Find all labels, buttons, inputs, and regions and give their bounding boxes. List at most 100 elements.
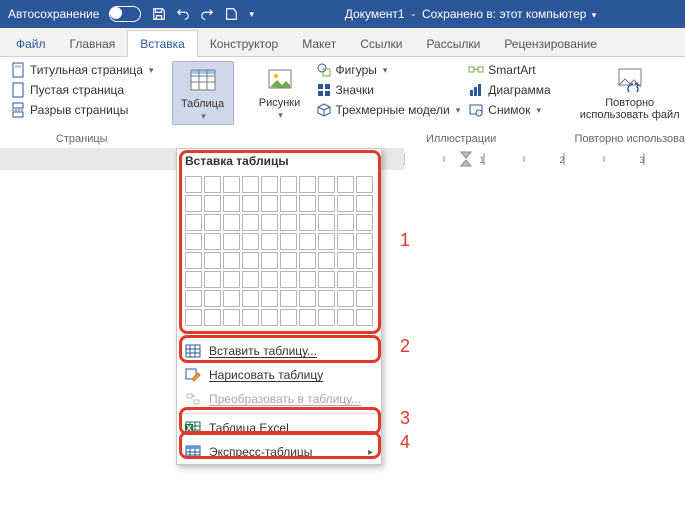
grid-cell[interactable] xyxy=(261,271,278,288)
grid-cell[interactable] xyxy=(204,233,221,250)
grid-cell[interactable] xyxy=(204,309,221,326)
grid-cell[interactable] xyxy=(242,271,259,288)
grid-cell[interactable] xyxy=(223,290,240,307)
grid-cell[interactable] xyxy=(204,195,221,212)
table-grid-picker[interactable] xyxy=(177,172,381,334)
tab-layout[interactable]: Макет xyxy=(290,31,348,56)
grid-cell[interactable] xyxy=(185,271,202,288)
grid-cell[interactable] xyxy=(337,176,354,193)
grid-cell[interactable] xyxy=(223,233,240,250)
table-button[interactable]: Таблица▾ xyxy=(172,61,234,125)
grid-cell[interactable] xyxy=(299,176,316,193)
more-qat-icon[interactable] xyxy=(223,6,239,22)
grid-cell[interactable] xyxy=(242,176,259,193)
grid-cell[interactable] xyxy=(223,176,240,193)
grid-cell[interactable] xyxy=(185,176,202,193)
grid-cell[interactable] xyxy=(261,176,278,193)
grid-cell[interactable] xyxy=(318,176,335,193)
grid-cell[interactable] xyxy=(261,214,278,231)
grid-cell[interactable] xyxy=(242,309,259,326)
tab-file[interactable]: Файл xyxy=(4,31,58,56)
grid-cell[interactable] xyxy=(261,195,278,212)
indent-marker-icon[interactable] xyxy=(459,148,479,170)
tab-design[interactable]: Конструктор xyxy=(198,31,290,56)
grid-cell[interactable] xyxy=(280,233,297,250)
grid-cell[interactable] xyxy=(356,271,373,288)
menu-draw-table[interactable]: Нарисовать таблицу xyxy=(177,363,381,387)
grid-cell[interactable] xyxy=(299,195,316,212)
undo-icon[interactable] xyxy=(175,6,191,22)
icons-button[interactable]: Значки xyxy=(314,81,463,99)
grid-cell[interactable] xyxy=(280,176,297,193)
grid-cell[interactable] xyxy=(337,252,354,269)
redo-icon[interactable] xyxy=(199,6,215,22)
grid-cell[interactable] xyxy=(223,214,240,231)
grid-cell[interactable] xyxy=(204,214,221,231)
tab-mailings[interactable]: Рассылки xyxy=(414,31,492,56)
grid-cell[interactable] xyxy=(318,233,335,250)
grid-cell[interactable] xyxy=(280,290,297,307)
grid-cell[interactable] xyxy=(356,309,373,326)
grid-cell[interactable] xyxy=(242,252,259,269)
grid-cell[interactable] xyxy=(223,195,240,212)
grid-cell[interactable] xyxy=(337,271,354,288)
grid-cell[interactable] xyxy=(185,195,202,212)
grid-cell[interactable] xyxy=(242,290,259,307)
grid-cell[interactable] xyxy=(280,309,297,326)
tab-insert[interactable]: Вставка xyxy=(127,30,198,57)
blank-page-button[interactable]: Пустая страница xyxy=(8,81,156,99)
cover-page-button[interactable]: Титульная страница ▾ xyxy=(8,61,156,79)
chart-button[interactable]: Диаграмма xyxy=(466,81,552,99)
tab-home[interactable]: Главная xyxy=(58,31,128,56)
grid-cell[interactable] xyxy=(261,309,278,326)
grid-cell[interactable] xyxy=(185,214,202,231)
vertical-ruler[interactable] xyxy=(0,170,25,530)
grid-cell[interactable] xyxy=(223,271,240,288)
grid-cell[interactable] xyxy=(337,195,354,212)
grid-cell[interactable] xyxy=(185,290,202,307)
grid-cell[interactable] xyxy=(299,214,316,231)
grid-cell[interactable] xyxy=(337,309,354,326)
page-break-button[interactable]: Разрыв страницы xyxy=(8,101,156,119)
grid-cell[interactable] xyxy=(318,252,335,269)
grid-cell[interactable] xyxy=(318,214,335,231)
grid-cell[interactable] xyxy=(261,233,278,250)
grid-cell[interactable] xyxy=(242,195,259,212)
3d-models-button[interactable]: Трехмерные модели▾ xyxy=(314,101,463,119)
grid-cell[interactable] xyxy=(242,214,259,231)
menu-quick-tables[interactable]: Экспресс-таблицы ▸ xyxy=(177,440,381,464)
grid-cell[interactable] xyxy=(337,290,354,307)
grid-cell[interactable] xyxy=(318,271,335,288)
grid-cell[interactable] xyxy=(204,252,221,269)
grid-cell[interactable] xyxy=(299,252,316,269)
grid-cell[interactable] xyxy=(280,195,297,212)
shapes-button[interactable]: Фигуры▾ xyxy=(314,61,463,79)
grid-cell[interactable] xyxy=(318,195,335,212)
grid-cell[interactable] xyxy=(185,233,202,250)
grid-cell[interactable] xyxy=(299,290,316,307)
grid-cell[interactable] xyxy=(280,214,297,231)
grid-cell[interactable] xyxy=(204,176,221,193)
grid-cell[interactable] xyxy=(280,252,297,269)
qat-dropdown-icon[interactable]: ▾ xyxy=(249,9,254,20)
grid-cell[interactable] xyxy=(356,252,373,269)
grid-cell[interactable] xyxy=(356,214,373,231)
screenshot-button[interactable]: Снимок▾ xyxy=(466,101,552,119)
grid-cell[interactable] xyxy=(318,290,335,307)
grid-cell[interactable] xyxy=(356,176,373,193)
grid-cell[interactable] xyxy=(280,271,297,288)
smartart-button[interactable]: SmartArt xyxy=(466,61,552,79)
grid-cell[interactable] xyxy=(261,290,278,307)
grid-cell[interactable] xyxy=(299,233,316,250)
grid-cell[interactable] xyxy=(299,271,316,288)
tab-references[interactable]: Ссылки xyxy=(348,31,414,56)
grid-cell[interactable] xyxy=(356,195,373,212)
grid-cell[interactable] xyxy=(223,309,240,326)
grid-cell[interactable] xyxy=(261,252,278,269)
grid-cell[interactable] xyxy=(185,309,202,326)
grid-cell[interactable] xyxy=(204,290,221,307)
menu-insert-table[interactable]: Вставить таблицу... xyxy=(177,339,381,363)
grid-cell[interactable] xyxy=(337,233,354,250)
grid-cell[interactable] xyxy=(318,309,335,326)
grid-cell[interactable] xyxy=(299,309,316,326)
